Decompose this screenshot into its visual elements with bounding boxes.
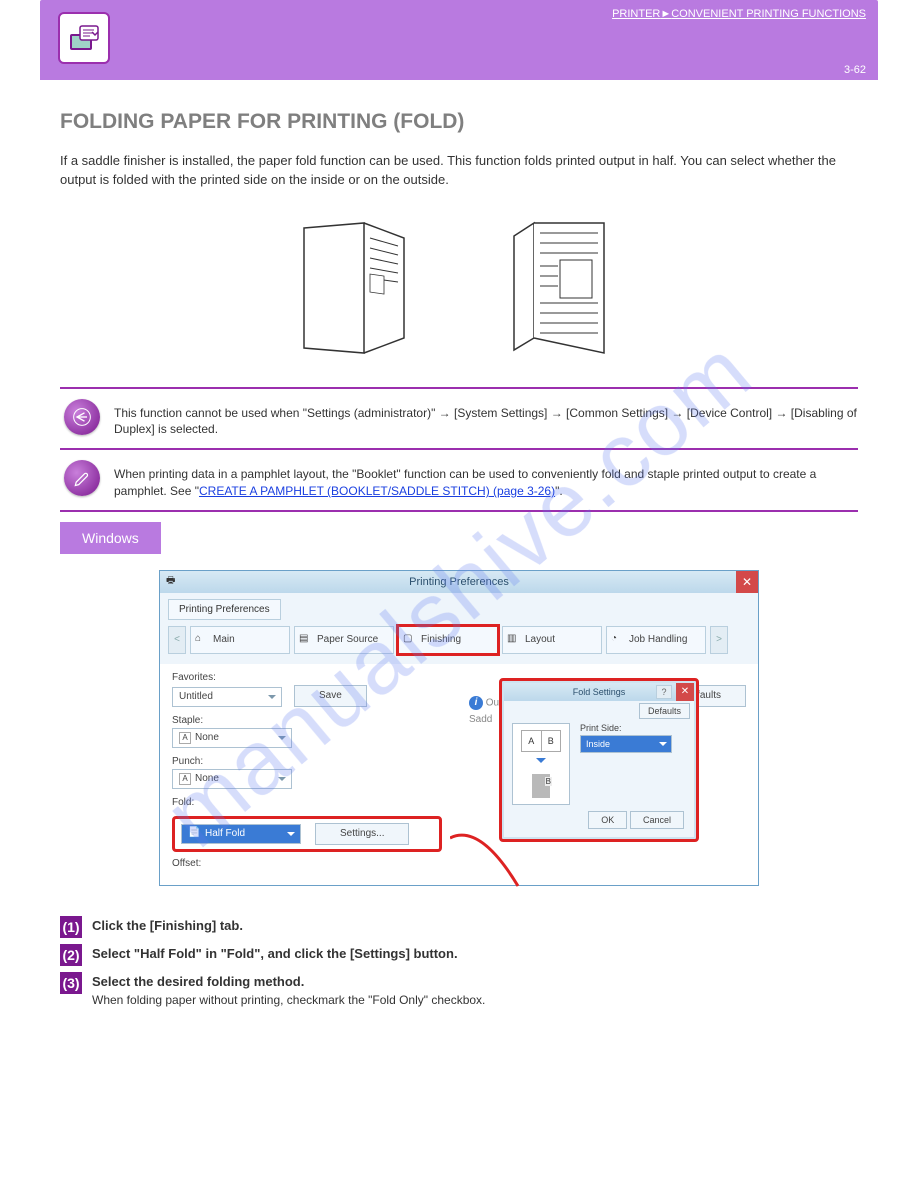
page-number: 3-62 xyxy=(844,64,866,76)
step-3-subtext: When folding paper without printing, che… xyxy=(92,993,485,1007)
window-title: Printing Preferences xyxy=(409,576,509,588)
popup-controls: Print Side: Inside xyxy=(580,723,686,753)
staple-select[interactable]: A None xyxy=(172,728,292,748)
header-chapter-text: CONVENIENT PRINTING FUNCTIONS xyxy=(671,8,866,20)
popup-defaults-button[interactable]: Defaults xyxy=(639,703,690,719)
popup-footer: OK Cancel xyxy=(512,805,686,831)
paper-illustrations xyxy=(60,218,858,361)
step-number: (3) xyxy=(60,972,82,994)
toolbar: < ⌂ Main ▤ Paper Source ▢ Finishing ▥ Layout… xyxy=(168,626,750,654)
staple-value: None xyxy=(195,732,219,743)
save-button[interactable]: Save xyxy=(294,685,367,707)
pencil-icon xyxy=(64,460,100,496)
window-titlebar: 🖶 Printing Preferences ✕ xyxy=(160,571,758,593)
arrow-down-icon xyxy=(536,758,546,768)
close-icon[interactable]: ✕ xyxy=(736,571,758,593)
fold-select[interactable]: 📄Half Fold xyxy=(181,824,301,844)
step-1: (1) Click the [Finishing] tab. xyxy=(60,916,858,938)
tab-main-label: Main xyxy=(213,634,235,645)
folded-paper-printed-icon xyxy=(504,218,634,361)
page-header: PRINTER►CONVENIENT PRINTING FUNCTIONS 3-… xyxy=(40,0,878,80)
staple-field: Staple: A None xyxy=(172,715,382,748)
tab-job-handling[interactable]: ◔ Job Handling xyxy=(606,626,706,654)
header-topic-text: PRINTER xyxy=(612,8,660,20)
fold-icon: 📄 xyxy=(188,827,202,841)
step-number: (1) xyxy=(60,916,82,938)
steps: (1) Click the [Finishing] tab. (2) Selec… xyxy=(60,916,858,1007)
os-tab-windows: Windows xyxy=(60,522,161,554)
driver-screenshot: 🖶 Printing Preferences ✕ Printing Prefer… xyxy=(159,570,759,886)
fold-row-highlight: 📄Half Fold Settings... xyxy=(172,816,442,852)
step-3-heading: Select the desired folding method. xyxy=(92,974,485,989)
tab-layout-label: Layout xyxy=(525,634,555,645)
tab-paper-source-label: Paper Source xyxy=(317,634,378,645)
restriction-note: This function cannot be used when "Setti… xyxy=(60,389,858,449)
content: FOLDING PAPER FOR PRINTING (FOLD) If a s… xyxy=(0,80,918,1073)
section-title: FOLDING PAPER FOR PRINTING (FOLD) xyxy=(60,110,858,134)
info-icon: i xyxy=(469,696,483,710)
print-side-label: Print Side: xyxy=(580,723,686,733)
restriction-text: This function cannot be used when "Setti… xyxy=(114,399,858,439)
tab-paper-source[interactable]: ▤ Paper Source xyxy=(294,626,394,654)
fold-preview: AB xyxy=(512,723,570,805)
booklet-link[interactable]: CREATE A PAMPHLET (BOOKLET/SADDLE STITCH… xyxy=(199,484,555,498)
ab-box: AB xyxy=(521,730,561,752)
punch-label: Punch: xyxy=(172,756,382,767)
layout-icon: ▥ xyxy=(507,633,521,647)
staple-label: Staple: xyxy=(172,715,382,726)
step-1-heading: Click the [Finishing] tab. xyxy=(92,918,243,933)
favorites-select[interactable]: Untitled xyxy=(172,687,282,707)
tab-finishing-label: Finishing xyxy=(421,634,461,645)
tab-layout[interactable]: ▥ Layout xyxy=(502,626,602,654)
ribbon-area: Printing Preferences < ⌂ Main ▤ Paper Sour… xyxy=(160,593,758,664)
b-cell: B xyxy=(542,731,561,751)
divider xyxy=(60,510,858,512)
punch-select[interactable]: A None xyxy=(172,769,292,789)
step-2-heading: Select "Half Fold" in "Fold", and click … xyxy=(92,946,458,961)
toolbar-next[interactable]: > xyxy=(710,626,728,654)
popup-title: Fold Settings xyxy=(573,687,626,697)
folded-graphic xyxy=(532,774,550,798)
a-cell: A xyxy=(522,731,542,751)
tab-finishing[interactable]: ▢ Finishing xyxy=(398,626,498,654)
step-2: (2) Select "Half Fold" in "Fold", and cl… xyxy=(60,944,858,966)
tab-printing-preferences[interactable]: Printing Preferences xyxy=(168,599,281,620)
folded-paper-blank-icon xyxy=(284,218,414,361)
toolbar-prev[interactable]: < xyxy=(168,626,186,654)
fold-value: Half Fold xyxy=(205,828,245,839)
print-side-select[interactable]: Inside xyxy=(580,735,672,753)
punch-field: Punch: A None xyxy=(172,756,382,789)
punch-value: None xyxy=(195,773,219,784)
finishing-icon: ▢ xyxy=(403,633,417,647)
step-3: (3) Select the desired folding method. W… xyxy=(60,972,858,1007)
saddle-partial-label: Sadd xyxy=(469,714,492,725)
popup-titlebar: Fold Settings ? ✕ xyxy=(504,683,694,701)
printer-device-icon xyxy=(58,12,110,64)
header-topic-link[interactable]: PRINTER►CONVENIENT PRINTING FUNCTIONS xyxy=(612,8,866,20)
cancel-button[interactable]: Cancel xyxy=(630,811,684,829)
close-icon[interactable]: ✕ xyxy=(676,683,694,701)
printer-icon: 🖶 xyxy=(166,573,175,590)
ok-button[interactable]: OK xyxy=(588,811,627,829)
popup-body: Defaults AB Print Side: Inside OK Cancel xyxy=(504,701,694,837)
tip-suffix: ". xyxy=(555,484,563,498)
step-number: (2) xyxy=(60,944,82,966)
page-a-icon: A xyxy=(179,732,191,744)
tip-text: When printing data in a pamphlet layout,… xyxy=(114,460,858,500)
job-icon: ◔ xyxy=(611,633,625,647)
help-icon[interactable]: ? xyxy=(656,685,672,699)
settings-button[interactable]: Settings... xyxy=(315,823,409,845)
tab-job-handling-label: Job Handling xyxy=(629,634,687,645)
intro-paragraph: If a saddle finisher is installed, the p… xyxy=(60,152,858,190)
tab-main[interactable]: ⌂ Main xyxy=(190,626,290,654)
restriction-icon xyxy=(64,399,100,435)
fold-settings-popup: Fold Settings ? ✕ Defaults AB Print Side… xyxy=(499,678,699,842)
tray-icon: ▤ xyxy=(299,633,313,647)
page-a-icon: A xyxy=(179,773,191,785)
tip-note: When printing data in a pamphlet layout,… xyxy=(60,450,858,510)
home-icon: ⌂ xyxy=(195,633,209,647)
